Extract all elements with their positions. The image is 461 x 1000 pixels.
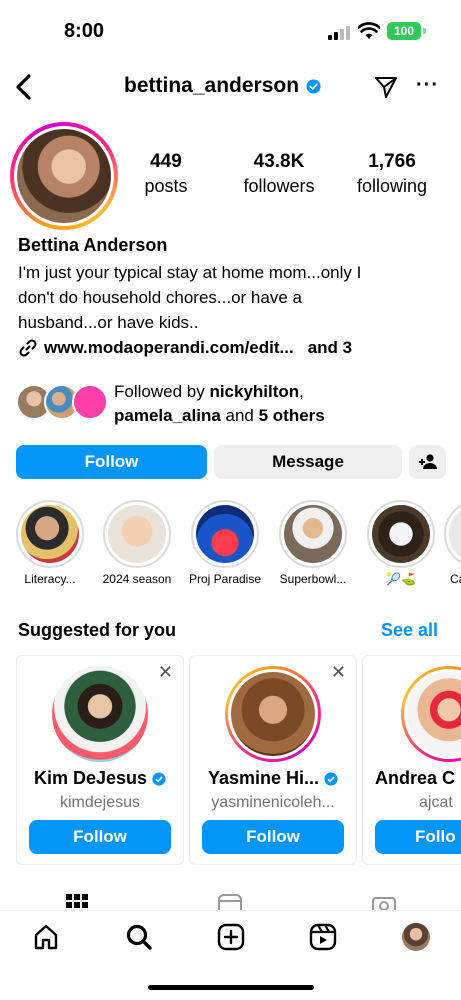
highlight-label: Proj Paradise xyxy=(188,572,262,586)
suggested-handle: ajcat xyxy=(419,794,453,811)
profile-tabs xyxy=(0,892,461,912)
bio-line: husband...or have kids.. xyxy=(18,313,199,332)
status-bar: 8:00 100 xyxy=(0,0,461,60)
separator: , xyxy=(299,382,304,401)
mutual-others[interactable]: 5 others xyxy=(259,406,325,425)
link-more: and 3 xyxy=(307,338,353,357)
close-icon[interactable]: ✕ xyxy=(331,662,346,683)
grid-tab-icon[interactable] xyxy=(66,894,88,910)
back-chevron-icon[interactable] xyxy=(10,70,40,104)
suggest-users-button[interactable] xyxy=(409,445,446,479)
verified-badge-icon xyxy=(306,78,321,94)
mutual-user[interactable]: nickyhilton xyxy=(209,382,299,401)
username-text: bettina_anderson xyxy=(124,74,300,97)
profile-actions: Follow Message xyxy=(16,445,446,479)
message-button[interactable]: Message xyxy=(214,445,402,479)
followed-by-prefix: Followed by xyxy=(114,382,210,401)
link-icon xyxy=(19,339,37,357)
link-url: www.modaoperandi.com/edit... xyxy=(44,338,294,357)
cellular-signal-icon xyxy=(328,26,350,40)
profile-avatar xyxy=(17,129,111,223)
followed-by-and: and xyxy=(220,406,259,425)
see-all-link[interactable]: See all xyxy=(381,620,438,641)
home-indicator xyxy=(148,985,314,990)
suggested-follow-button[interactable]: Follow xyxy=(202,820,344,854)
profile-name: Bettina Anderson xyxy=(18,235,168,255)
create-icon[interactable] xyxy=(217,923,245,951)
suggested-card[interactable]: Andrea C ajcat Follo xyxy=(362,655,461,865)
profile-bio: I'm just your typical stay at home mom..… xyxy=(18,260,448,335)
battery-tip xyxy=(423,28,426,34)
suggested-handle: yasminenicoleh... xyxy=(211,794,335,811)
bio-line: I'm just your typical stay at home mom..… xyxy=(18,263,362,282)
profile-avatar[interactable] xyxy=(402,923,430,951)
highlight-item[interactable]: Ca xyxy=(444,500,461,586)
profile-header: bettina_anderson ··· xyxy=(0,66,461,110)
followers-label: followers xyxy=(243,176,315,196)
more-icon[interactable]: ··· xyxy=(416,74,439,96)
profile-link[interactable]: www.modaoperandi.com/edit... and 3 xyxy=(18,338,352,358)
search-icon[interactable] xyxy=(125,923,153,951)
posts-count: 449 xyxy=(150,151,182,172)
following-label: following xyxy=(356,176,428,196)
status-time: 8:00 xyxy=(64,20,105,42)
bio-line: don't do household chores...or have a xyxy=(18,288,302,307)
mutual-followers-avatars[interactable] xyxy=(16,384,108,420)
suggested-name: Yasmine Hi... xyxy=(190,768,356,789)
suggested-handle: kimdejesus xyxy=(59,794,141,811)
highlight-item[interactable]: Proj Paradise xyxy=(180,500,270,586)
highlight-label: Superbowl... xyxy=(279,572,347,586)
header-username: bettina_anderson xyxy=(124,74,321,98)
posts-label: posts xyxy=(144,176,188,196)
wifi-icon xyxy=(358,22,380,39)
suggested-name: Kim DeJesus xyxy=(17,768,183,789)
highlight-item[interactable]: Literacy... xyxy=(5,500,95,586)
suggested-follow-button[interactable]: Follow xyxy=(29,820,171,854)
highlight-item[interactable]: 🎾⛳ xyxy=(356,500,446,586)
highlight-item[interactable]: Superbowl... xyxy=(268,500,358,586)
profile-avatar-story-ring[interactable] xyxy=(10,122,118,230)
home-icon[interactable] xyxy=(32,923,60,951)
highlight-label: 2024 season xyxy=(102,572,172,586)
suggested-card[interactable]: ✕ Yasmine Hi... yasminenicoleh... Follow xyxy=(189,655,357,865)
followers-count: 43.8K xyxy=(253,151,305,172)
send-icon[interactable] xyxy=(373,74,399,100)
suggested-card[interactable]: ✕ Kim DeJesus kimdejesus Follow xyxy=(16,655,184,865)
story-highlights: Literacy... 2024 season Proj Paradise Su… xyxy=(0,500,461,595)
mutual-user[interactable]: pamela_alina xyxy=(114,406,221,425)
avatar xyxy=(72,384,108,420)
close-icon[interactable]: ✕ xyxy=(158,662,173,683)
stat-following[interactable]: 1,766 following xyxy=(348,150,436,198)
stat-followers[interactable]: 43.8K followers xyxy=(233,150,325,198)
follow-button[interactable]: Follow xyxy=(16,445,207,479)
suggested-follow-button[interactable]: Follo xyxy=(375,820,461,854)
highlight-label: 🎾⛳ xyxy=(386,572,416,586)
highlight-label: Literacy... xyxy=(24,572,76,586)
followed-by-text[interactable]: Followed by nickyhilton, pamela_alina an… xyxy=(114,380,325,428)
verified-badge-icon xyxy=(152,771,166,786)
stat-posts[interactable]: 449 posts xyxy=(140,150,192,198)
highlight-item[interactable]: 2024 season xyxy=(92,500,182,586)
highlight-label: Ca xyxy=(450,572,461,586)
reels-icon[interactable] xyxy=(309,923,337,951)
verified-badge-icon xyxy=(324,771,338,786)
following-count: 1,766 xyxy=(368,151,416,172)
suggested-title: Suggested for you xyxy=(18,620,177,640)
battery-indicator: 100 xyxy=(387,22,421,40)
suggested-name: Andrea C xyxy=(375,768,456,788)
bottom-navigation xyxy=(0,910,461,1000)
add-user-icon xyxy=(418,454,437,469)
